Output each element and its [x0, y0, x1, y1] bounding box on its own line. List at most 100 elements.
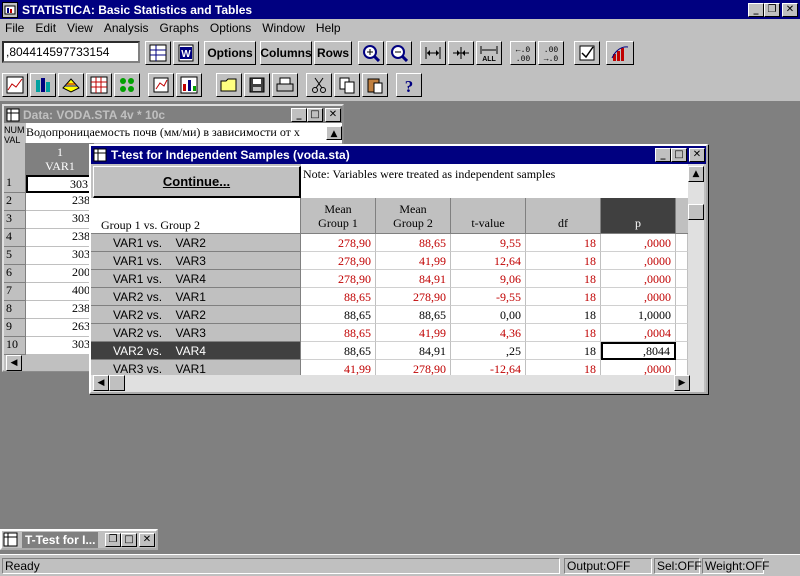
- vertical-scrollbar[interactable]: ▲: [688, 164, 704, 375]
- close-icon[interactable]: ✕: [139, 532, 155, 547]
- menu-edit[interactable]: Edit: [30, 21, 62, 35]
- result-cell-t[interactable]: 12,64: [451, 252, 526, 270]
- result-cell-t[interactable]: 9,55: [451, 234, 526, 252]
- scroll-thumb[interactable]: [109, 375, 125, 391]
- row-header[interactable]: 8: [4, 301, 26, 319]
- surface-graph-icon[interactable]: [58, 73, 84, 97]
- data-window-titlebar[interactable]: Data: VODA.STA 4v * 10c _ □ ✕: [4, 106, 342, 123]
- row-header[interactable]: 6: [4, 265, 26, 283]
- data-cell[interactable]: 303: [26, 175, 94, 193]
- multi-graph-icon[interactable]: [176, 73, 202, 97]
- result-cell-m1[interactable]: 278,90: [301, 234, 376, 252]
- result-cell-t[interactable]: ,25: [451, 342, 526, 360]
- result-cell-df[interactable]: 18: [526, 324, 601, 342]
- print-icon[interactable]: [272, 73, 298, 97]
- maximize-icon[interactable]: □: [671, 148, 687, 162]
- result-row-label[interactable]: VAR2 vs. VAR3: [91, 324, 301, 342]
- zoom-out-icon[interactable]: [386, 41, 412, 65]
- result-cell-p[interactable]: ,0000: [601, 270, 676, 288]
- data-cell[interactable]: 263: [26, 319, 94, 337]
- result-cell-p[interactable]: ,8044: [601, 342, 676, 360]
- status-output[interactable]: Output:OFF: [564, 558, 652, 574]
- narrow-column-icon[interactable]: [448, 41, 474, 65]
- menu-help[interactable]: Help: [311, 21, 347, 35]
- minimize-icon[interactable]: _: [291, 107, 307, 122]
- result-cell-m2[interactable]: 84,91: [376, 342, 451, 360]
- menu-view[interactable]: View: [62, 21, 99, 35]
- row-header[interactable]: 5: [4, 247, 26, 265]
- result-cell-t[interactable]: -9,55: [451, 288, 526, 306]
- result-cell-p[interactable]: ,0000: [601, 252, 676, 270]
- menu-file[interactable]: File: [0, 21, 30, 35]
- zoom-in-icon[interactable]: [358, 41, 384, 65]
- scroll-left-icon[interactable]: ◀: [6, 355, 22, 371]
- col-header-p[interactable]: p: [601, 198, 676, 234]
- data-cell[interactable]: 238: [26, 193, 94, 211]
- continue-button[interactable]: Continue...: [93, 166, 301, 198]
- scroll-thumb[interactable]: [688, 204, 704, 220]
- scroll-up-icon[interactable]: ▲: [688, 166, 704, 182]
- result-row-label[interactable]: VAR1 vs. VAR3: [91, 252, 301, 270]
- close-icon[interactable]: ✕: [325, 107, 341, 122]
- col-header-t-value[interactable]: t-value: [451, 198, 526, 234]
- minimize-icon[interactable]: _: [748, 2, 764, 17]
- fit-all-columns-icon[interactable]: ALL: [476, 41, 502, 65]
- 3d-graph-icon[interactable]: [30, 73, 56, 97]
- result-row-label[interactable]: VAR2 vs. VAR2: [91, 306, 301, 324]
- result-cell-m2[interactable]: 84,91: [376, 270, 451, 288]
- result-cell-m2[interactable]: 88,65: [376, 306, 451, 324]
- menu-window[interactable]: Window: [257, 21, 311, 35]
- result-cell-m1[interactable]: 88,65: [301, 342, 376, 360]
- row-header[interactable]: 1: [4, 175, 26, 193]
- app-icon[interactable]: [2, 1, 18, 18]
- columns-button[interactable]: Columns: [260, 41, 312, 65]
- data-cell[interactable]: 303: [26, 247, 94, 265]
- data-cell[interactable]: 200: [26, 265, 94, 283]
- horizontal-scrollbar[interactable]: ◀ ▶: [91, 375, 704, 392]
- result-cell-m1[interactable]: 278,90: [301, 252, 376, 270]
- menu-options[interactable]: Options: [205, 21, 257, 35]
- row-header[interactable]: 7: [4, 283, 26, 301]
- rows-button[interactable]: Rows: [314, 41, 352, 65]
- status-weight[interactable]: Weight:OFF: [702, 558, 769, 574]
- status-selection[interactable]: Sel:OFF: [654, 558, 702, 574]
- scroll-left-icon[interactable]: ◀: [93, 375, 109, 391]
- stats-graph-icon[interactable]: [606, 41, 634, 65]
- minimized-ttest-window[interactable]: T-Test for I... ❐ □ ✕: [0, 529, 158, 550]
- result-cell-df[interactable]: 18: [526, 342, 601, 360]
- col-header-mean-group2[interactable]: Mean Group 2: [376, 198, 451, 234]
- data-cell[interactable]: 303: [26, 211, 94, 229]
- result-cell-t[interactable]: 4,36: [451, 324, 526, 342]
- scroll-right-icon[interactable]: ▶: [674, 375, 690, 391]
- col-header-df[interactable]: df: [526, 198, 601, 234]
- result-cell-m2[interactable]: 41,99: [376, 252, 451, 270]
- data-cell[interactable]: 238: [26, 229, 94, 247]
- result-cell-m1[interactable]: 88,65: [301, 324, 376, 342]
- widen-column-icon[interactable]: [420, 41, 446, 65]
- options-button[interactable]: Options: [204, 41, 256, 65]
- result-row-label[interactable]: VAR2 vs. VAR1: [91, 288, 301, 306]
- close-icon[interactable]: ✕: [689, 148, 705, 162]
- scrollsheet-graph-icon[interactable]: [148, 73, 174, 97]
- close-icon[interactable]: ✕: [782, 2, 798, 17]
- open-folder-icon[interactable]: [216, 73, 242, 97]
- data-cell[interactable]: 303: [26, 337, 94, 355]
- maximize-icon[interactable]: □: [121, 532, 137, 547]
- row-header[interactable]: 10: [4, 337, 26, 355]
- result-cell-m2[interactable]: 88,65: [376, 234, 451, 252]
- result-cell-df[interactable]: 18: [526, 306, 601, 324]
- matrix-graph-icon[interactable]: [86, 73, 112, 97]
- copy-icon[interactable]: [334, 73, 360, 97]
- result-cell-p[interactable]: ,0000: [601, 234, 676, 252]
- data-cell[interactable]: 238: [26, 301, 94, 319]
- result-cell-p[interactable]: ,0004: [601, 324, 676, 342]
- help-icon[interactable]: ?: [396, 73, 422, 97]
- data-cell[interactable]: 400: [26, 283, 94, 301]
- minimize-icon[interactable]: _: [655, 148, 671, 162]
- row-header[interactable]: 9: [4, 319, 26, 337]
- result-cell-df[interactable]: 18: [526, 252, 601, 270]
- result-cell-t[interactable]: 0,00: [451, 306, 526, 324]
- increase-decimals-icon[interactable]: .00 →.0: [538, 41, 564, 65]
- 2d-graph-icon[interactable]: [2, 73, 28, 97]
- result-cell-m1[interactable]: 88,65: [301, 288, 376, 306]
